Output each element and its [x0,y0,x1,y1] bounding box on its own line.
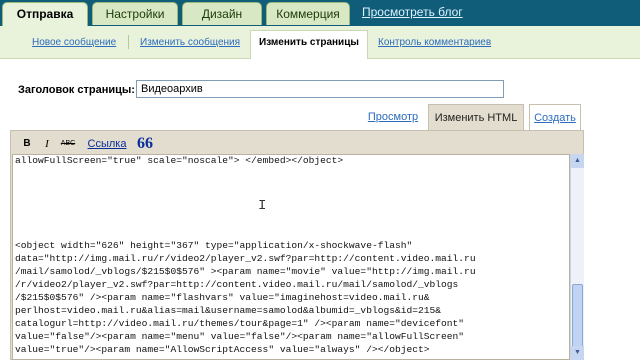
code-line: <object width="626" height="367" type="a… [15,240,413,251]
code-line: /r/video2/player_v2.swf?par=http://conte… [15,279,459,290]
text-cursor-icon: I [258,198,267,214]
page-title-label: Заголовок страницы: [18,84,135,96]
html-code-textarea[interactable]: allowFullScreen="true" scale="noscale"> … [12,154,570,360]
sub-tab-new-post[interactable]: Новое сообщение [32,37,116,48]
preview-link[interactable]: Просмотр [362,104,424,130]
code-line: value="false"/><param name="menu" value=… [15,331,465,342]
editor-scrollbar[interactable]: ▲ ▼ [570,154,584,360]
tab-design[interactable]: Дизайн [182,2,262,25]
scroll-down-icon[interactable]: ▼ [571,346,584,360]
tab-commerce[interactable]: Коммерция [266,2,350,25]
code-line: /$215$0$576" /><param name="flashvars" v… [15,292,430,303]
sub-tab-divider [128,35,129,49]
top-tab-bar: Отправка Настройки Дизайн Коммерция Прос… [0,0,640,27]
sub-tab-bar: Новое сообщение Изменить сообщения Измен… [0,26,640,59]
sub-tab-comment-moderation[interactable]: Контроль комментариев [378,37,491,48]
tab-posting[interactable]: Отправка [2,2,88,27]
italic-button[interactable]: I [42,134,52,154]
code-line: allowFullScreen="true" scale="noscale"> … [15,155,344,166]
page-title-input[interactable] [136,80,504,98]
link-button[interactable]: Ссылка [84,134,130,154]
bold-button[interactable]: B [20,134,34,154]
edit-html-tab[interactable]: Изменить HTML [428,104,524,132]
sub-tab-edit-posts[interactable]: Изменить сообщения [140,37,240,48]
strikethrough-button[interactable]: ABC [60,134,76,154]
sub-tab-edit-pages[interactable]: Изменить страницы [250,30,368,59]
code-line: perlhost=video.mail.ru&alias=mail&userna… [15,305,442,316]
code-line: value="true"/><param name="AllowScriptAc… [15,344,430,355]
view-blog-link[interactable]: Просмотреть блог [362,5,463,19]
code-line: data="http://img.mail.ru/r/video2/player… [15,253,476,264]
code-line: /mail/samolod/_vblogs/$215$0$576" ><para… [15,266,476,277]
quote-button[interactable]: 66 [136,134,154,154]
code-line: catalogurl=http://video.mail.ru/themes/t… [15,318,465,329]
scroll-up-icon[interactable]: ▲ [571,154,584,168]
compose-tab[interactable]: Создать [529,104,581,131]
tab-settings[interactable]: Настройки [92,2,178,25]
